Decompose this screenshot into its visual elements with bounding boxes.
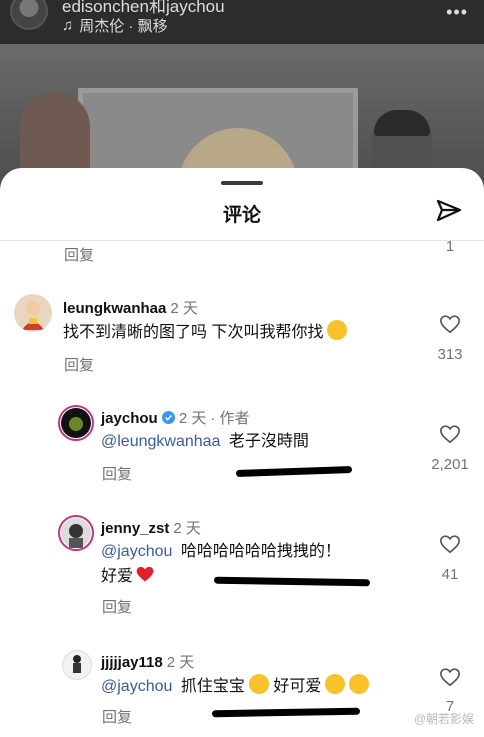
like-count: 1 [445, 238, 455, 255]
heart-icon[interactable] [439, 423, 461, 445]
marker-underline [235, 465, 353, 478]
reply-button[interactable]: 回复 [64, 354, 94, 375]
like-count: 2,201 [431, 456, 469, 473]
comment-body-line2: 好爱 [101, 568, 134, 585]
comment-time: 2 天 [166, 654, 195, 671]
comment-text: @jaychou 抓住宝宝 好可爱 [101, 674, 370, 699]
marker-underline [211, 707, 361, 718]
comment-time: 2 天 [173, 520, 201, 537]
comment-body: 哈哈哈哈哈哈拽拽的！ [180, 543, 341, 560]
reply-button[interactable]: 回复 [102, 596, 132, 617]
comment-time: 2 天 [178, 410, 207, 427]
comment-username[interactable]: jjjjjay118 [101, 654, 163, 671]
avatar[interactable] [58, 515, 94, 551]
heart-icon[interactable] [439, 533, 461, 555]
send-icon[interactable] [434, 196, 464, 226]
verified-badge-icon [161, 411, 175, 424]
smirk-emoji [327, 320, 348, 340]
like-count: 313 [437, 346, 463, 363]
post-header: edisonchen和jaychou ♫ 周杰伦 · 飘移 ••• [0, 0, 484, 44]
reply-button[interactable]: 回复 [102, 463, 132, 484]
avatar-image [73, 655, 81, 673]
reply-button[interactable]: 回复 [64, 244, 94, 265]
heart-icon[interactable] [439, 666, 461, 688]
avatar-image [61, 518, 91, 548]
post-music[interactable]: ♫ 周杰伦 · 飘移 [62, 15, 168, 36]
comment-username[interactable]: jenny_zst [101, 520, 169, 537]
mention-link[interactable]: @leungkwanhaa [101, 433, 220, 450]
rofl-emoji [349, 674, 370, 694]
avatar[interactable] [14, 294, 52, 332]
heart-eyes-emoji [248, 674, 269, 694]
music-note-icon: ♫ [62, 17, 74, 34]
mention-link[interactable]: @jaychou [101, 543, 172, 560]
comment-username[interactable]: leungkwanhaa [63, 300, 166, 317]
rofl-emoji [325, 674, 346, 694]
avatar[interactable] [62, 650, 92, 680]
more-icon[interactable]: ••• [446, 2, 468, 23]
reply-button[interactable]: 回复 [102, 706, 132, 727]
like-count: 41 [441, 566, 459, 583]
post-author-avatar[interactable] [10, 0, 48, 30]
watermark: @朝若影娱 [413, 712, 474, 726]
comment-header: leungkwanhaa 2 天 [63, 297, 198, 318]
author-tag: · 作者 [210, 410, 250, 427]
mention-link[interactable]: @jaychou [101, 678, 172, 695]
heart-icon[interactable] [439, 313, 461, 335]
comment-body: 老子沒時間 [228, 433, 309, 450]
sheet-title: 评论 [222, 205, 261, 226]
avatar-image [61, 408, 91, 438]
header-divider [0, 240, 484, 241]
avatar[interactable] [58, 405, 94, 441]
comment-header: jjjjjay118 2 天 [101, 651, 194, 672]
comment-time: 2 天 [170, 300, 198, 317]
comment-body: 抓住宝宝 [180, 678, 245, 695]
drag-handle[interactable] [221, 181, 263, 185]
comment-body-after-emoji: 好可爱 [273, 678, 322, 695]
music-title: 周杰伦 · 飘移 [79, 18, 168, 35]
comment-text: @leungkwanhaa 老子沒時間 [101, 430, 309, 454]
comment-header: jaychou 2 天 · 作者 [101, 407, 250, 428]
avatar-image [14, 294, 52, 332]
red-heart-emoji [136, 566, 154, 582]
comment-body: 找不到清晰的图了吗 下次叫我帮你找 [63, 324, 324, 341]
comments-sheet: 评论 回复 1 leungkwanhaa 2 天 找不到清晰的图了吗 下次叫我帮你… [0, 168, 484, 737]
comment-username[interactable]: jaychou [101, 410, 158, 427]
comment-header: jenny_zst 2 天 [101, 517, 201, 538]
comment-text: 找不到清晰的图了吗 下次叫我帮你找 [63, 320, 348, 345]
